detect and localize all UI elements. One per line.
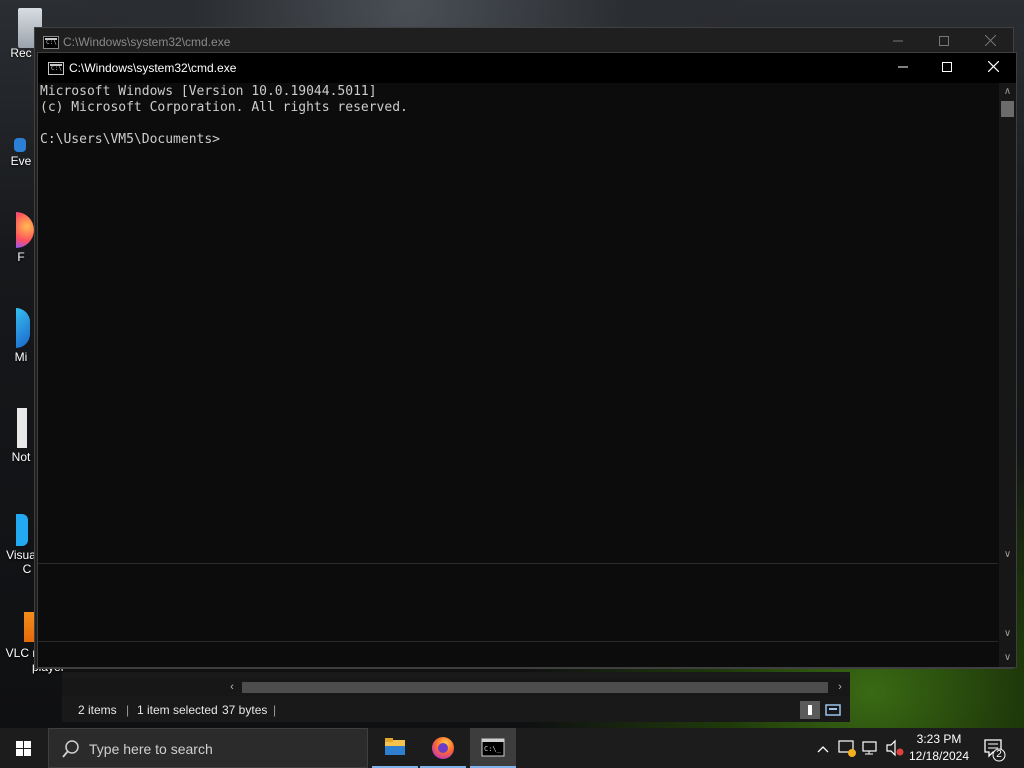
- details-view-icon: [808, 705, 812, 715]
- console-line: (c) Microsoft Corporation. All rights re…: [40, 100, 408, 115]
- firefox-icon: [432, 737, 454, 759]
- scroll-down-icon[interactable]: ∨: [999, 548, 1016, 562]
- scroll-right-icon[interactable]: ›: [832, 678, 848, 696]
- selection-size: 37 bytes: [222, 703, 268, 717]
- cmd-window[interactable]: C:\ C:\Windows\system32\cmd.exe Microsof…: [37, 52, 1017, 668]
- close-button[interactable]: [970, 53, 1016, 83]
- cmd-icon: C:\: [43, 36, 59, 49]
- scroll-down-icon[interactable]: ∨: [999, 651, 1016, 665]
- item-count: 2 items: [78, 703, 117, 717]
- file-explorer-window: ‹ › 2 items | 1 item selected 37 bytes |: [62, 672, 850, 722]
- network-icon: [862, 741, 877, 755]
- svg-text:C:\_: C:\_: [484, 745, 502, 753]
- firefox-icon: [16, 212, 34, 248]
- search-box[interactable]: Type here to search: [48, 728, 368, 768]
- tray-security-button[interactable]: [836, 728, 858, 768]
- notifications-icon: [984, 739, 1006, 762]
- taskbar: Type here to search C:\_ 3:23 PM 12/18/2…: [0, 728, 1024, 768]
- minimize-icon: [898, 66, 908, 68]
- close-icon: [984, 34, 996, 47]
- console-line: Microsoft Windows [Version 10.0.19044.50…: [40, 84, 377, 99]
- pane-divider: [38, 641, 998, 642]
- maximize-icon: [939, 36, 949, 46]
- app-icon: [14, 138, 26, 152]
- tray-network-button[interactable]: [860, 728, 882, 768]
- minimize-button[interactable]: [880, 53, 926, 83]
- taskbar-file-explorer[interactable]: [372, 728, 418, 768]
- vscode-icon: [16, 514, 28, 546]
- scroll-left-icon[interactable]: ‹: [224, 678, 240, 696]
- details-view-button[interactable]: [800, 701, 820, 719]
- horizontal-scrollbar[interactable]: ‹ ›: [62, 678, 850, 696]
- windows-logo-icon: [16, 741, 31, 756]
- console-output[interactable]: Microsoft Windows [Version 10.0.19044.50…: [38, 83, 998, 563]
- volume-muted-icon: [886, 739, 904, 757]
- status-bar: 2 items | 1 item selected 37 bytes |: [62, 698, 850, 722]
- status-separator: |: [126, 703, 130, 717]
- scrollbar-thumb[interactable]: [242, 682, 828, 693]
- edge-icon: [16, 308, 30, 348]
- taskbar-firefox[interactable]: [420, 728, 466, 768]
- scrollbar-thumb[interactable]: [1001, 101, 1014, 117]
- vertical-scrollbar[interactable]: ∧ ∨ ∨ ∨: [999, 83, 1016, 667]
- command-prompt: C:\Users\VM5\Documents>: [40, 132, 221, 147]
- taskbar-cmd[interactable]: C:\_: [470, 728, 516, 768]
- notification-count-badge: 2: [996, 749, 1002, 760]
- maximize-button[interactable]: [924, 53, 970, 83]
- minimize-icon: [893, 40, 903, 42]
- scroll-up-icon[interactable]: ∧: [999, 85, 1016, 99]
- show-hidden-icons-button[interactable]: [812, 728, 834, 768]
- cmd-icon: C:\_: [481, 738, 505, 757]
- action-center-button[interactable]: 2: [980, 728, 1010, 768]
- clock-time: 3:23 PM: [916, 732, 962, 746]
- pane-divider: [38, 563, 998, 564]
- cmd-icon: C:\: [48, 62, 64, 75]
- title-bar[interactable]: C:\ C:\Windows\system32\cmd.exe: [38, 53, 1016, 83]
- status-separator: |: [273, 703, 277, 717]
- folder-icon: [385, 738, 405, 755]
- start-button[interactable]: [0, 728, 48, 768]
- security-alert-icon: [838, 740, 856, 757]
- large-icons-view-button[interactable]: [823, 701, 843, 719]
- large-icons-view-icon: [825, 704, 841, 716]
- window-title: C:\Windows\system32\cmd.exe: [69, 61, 237, 75]
- window-title: C:\Windows\system32\cmd.exe: [63, 35, 231, 49]
- maximize-icon: [942, 62, 952, 72]
- search-placeholder: Type here to search: [89, 741, 213, 757]
- clock[interactable]: 3:23 PM 12/18/2024: [906, 731, 972, 765]
- tray-volume-button[interactable]: [884, 728, 906, 768]
- scroll-down-icon[interactable]: ∨: [999, 627, 1016, 641]
- close-icon: [987, 60, 999, 73]
- clock-date: 12/18/2024: [908, 749, 970, 763]
- selection-count: 1 item selected: [137, 703, 218, 717]
- chevron-up-icon: [817, 746, 829, 753]
- search-icon: [62, 740, 79, 758]
- notepad-icon: [17, 408, 27, 448]
